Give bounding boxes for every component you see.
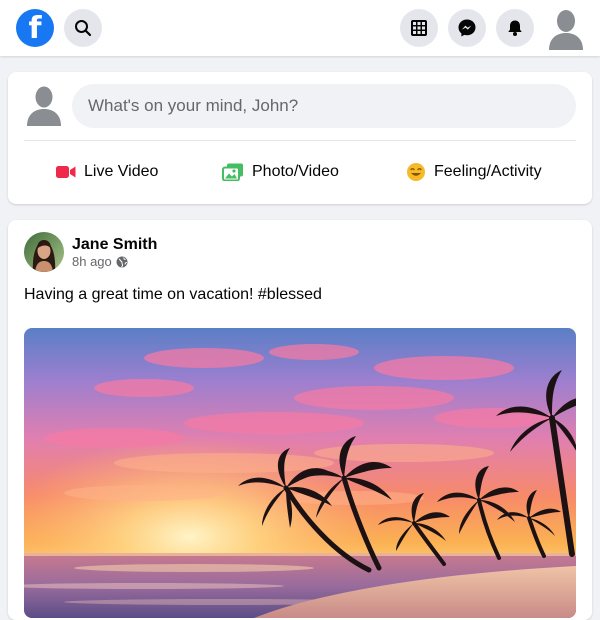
post-author-avatar[interactable] bbox=[24, 232, 64, 272]
post-text: Having a great time on vacation! #blesse… bbox=[24, 286, 322, 303]
post-timestamp[interactable]: 8h ago bbox=[72, 254, 112, 269]
post-image[interactable] bbox=[24, 328, 576, 618]
messenger-button[interactable] bbox=[448, 9, 486, 47]
photo-icon bbox=[222, 163, 243, 181]
apps-grid-icon bbox=[411, 20, 427, 36]
photo-video-button[interactable]: Photo/Video bbox=[222, 150, 339, 194]
profile-avatar[interactable] bbox=[544, 6, 588, 50]
sunset-beach-photo bbox=[24, 328, 576, 618]
composer-avatar[interactable] bbox=[24, 82, 64, 126]
post-author-name[interactable]: Jane Smith bbox=[72, 236, 157, 254]
user-avatar-icon bbox=[27, 86, 61, 126]
notifications-button[interactable] bbox=[496, 9, 534, 47]
globe-icon bbox=[116, 256, 128, 267]
post-composer: What's on your mind, John? Live Video Ph… bbox=[8, 72, 592, 204]
messenger-icon bbox=[458, 19, 476, 37]
composer-divider bbox=[24, 140, 576, 141]
top-navigation-bar: f bbox=[0, 0, 600, 56]
feed-post: Jane Smith 8h ago Having a great time on… bbox=[8, 220, 592, 620]
author-avatar-photo bbox=[24, 232, 64, 272]
smiley-icon bbox=[407, 163, 425, 181]
facebook-logo-letter: f bbox=[28, 11, 42, 46]
feeling-activity-button[interactable]: Feeling/Activity bbox=[406, 150, 542, 194]
facebook-logo[interactable]: f bbox=[16, 9, 54, 47]
apps-menu-button[interactable] bbox=[400, 9, 438, 47]
photo-video-label: Photo/Video bbox=[252, 163, 339, 180]
live-video-label: Live Video bbox=[84, 163, 159, 180]
bell-icon bbox=[508, 20, 522, 36]
feeling-activity-label: Feeling/Activity bbox=[434, 163, 542, 180]
post-meta: 8h ago bbox=[72, 254, 128, 269]
search-button[interactable] bbox=[64, 9, 102, 47]
composer-input[interactable]: What's on your mind, John? bbox=[72, 84, 576, 128]
live-video-button[interactable]: Live Video bbox=[56, 150, 158, 194]
profile-avatar-icon bbox=[549, 10, 583, 50]
composer-actions: Live Video Photo/Video Feeling/Activity bbox=[8, 150, 592, 194]
video-camera-icon bbox=[56, 166, 76, 178]
search-icon bbox=[75, 20, 92, 37]
